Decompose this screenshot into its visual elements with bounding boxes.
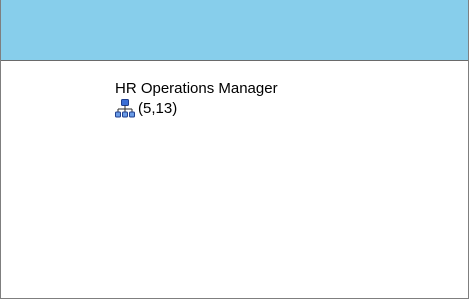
org-chart-icon: [115, 99, 135, 119]
node-coordinates: (5,13): [138, 100, 178, 117]
node-title: HR Operations Manager: [115, 80, 278, 97]
node-meta: (5,13): [115, 99, 278, 119]
org-chart-window: HR Operations Manager (5,13): [0, 0, 469, 299]
header-bar: [1, 0, 468, 61]
org-node[interactable]: HR Operations Manager (5,13): [115, 80, 278, 119]
